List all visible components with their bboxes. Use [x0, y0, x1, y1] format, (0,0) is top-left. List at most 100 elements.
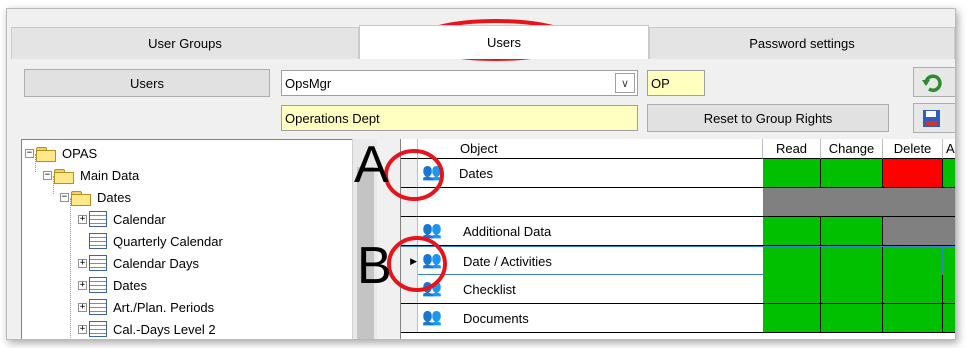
expand-icon[interactable]: + — [78, 324, 87, 334]
current-row-indicator-icon: ▶ — [401, 247, 418, 275]
row-selector[interactable] — [401, 217, 418, 245]
row-selector[interactable] — [401, 188, 418, 216]
delete-cell[interactable] — [883, 217, 943, 245]
read-cell[interactable] — [763, 217, 821, 245]
table-icon — [89, 211, 107, 227]
expand-icon[interactable]: + — [78, 302, 87, 312]
user-select[interactable]: OpsMgr ∨ — [281, 70, 638, 96]
table-row[interactable]: 👥 Additional Data — [401, 217, 955, 246]
read-cell[interactable] — [763, 304, 821, 332]
column-header-app[interactable]: App — [943, 139, 955, 159]
row-object-label: Checklist — [463, 281, 516, 297]
read-cell[interactable] — [763, 247, 821, 275]
tree-item[interactable]: + Calendar — [78, 208, 166, 230]
table-icon — [89, 321, 107, 337]
person-icon: 👥 — [422, 222, 442, 239]
table-row-current[interactable]: ▶ 👥 Date / Activities — [401, 246, 955, 276]
tree-item[interactable]: − Dates — [60, 186, 131, 208]
save-icon — [923, 110, 940, 127]
tree-item[interactable]: − OPAS — [25, 142, 97, 164]
app-cell[interactable] — [943, 304, 955, 332]
table-icon — [89, 255, 107, 271]
column-header-delete[interactable]: Delete — [883, 139, 943, 159]
users-button[interactable]: Users — [24, 69, 270, 97]
expand-icon[interactable]: + — [78, 214, 87, 224]
change-cell[interactable] — [821, 247, 883, 275]
tree-item-label: Dates — [97, 189, 131, 205]
delete-cell[interactable] — [883, 188, 943, 216]
person-icon: 👥 — [422, 252, 442, 269]
change-cell[interactable] — [821, 159, 883, 187]
row-selector[interactable] — [401, 304, 418, 332]
tree-item[interactable]: − Main Data — [43, 164, 139, 186]
chevron-down-icon[interactable]: ∨ — [615, 73, 635, 93]
tree-item[interactable]: + Dates — [78, 274, 147, 296]
scrollbar-thumb[interactable] — [357, 167, 374, 339]
tree-item-label: Art./Plan. Periods — [113, 299, 215, 315]
user-rights-window: User Groups Users Password settings User… — [6, 8, 956, 340]
person-icon: 👥 — [422, 164, 442, 181]
save-button[interactable] — [913, 103, 955, 133]
change-cell[interactable] — [821, 217, 883, 245]
read-cell[interactable] — [763, 275, 821, 303]
row-selector[interactable] — [401, 275, 418, 303]
reset-to-group-rights-button[interactable]: Reset to Group Rights — [647, 104, 889, 132]
table-icon — [89, 233, 107, 249]
app-cell[interactable] — [943, 188, 955, 216]
tree-item-label: OPAS — [62, 145, 98, 161]
tree-item[interactable]: + Cal.-Days Level 2 — [78, 318, 216, 339]
person-icon: 👥 — [422, 280, 442, 297]
table-row[interactable] — [401, 188, 955, 217]
rights-grid[interactable]: Object Read Change Delete App 👥 Dates 👥 — [400, 139, 955, 339]
change-cell[interactable] — [821, 188, 883, 216]
tab-user-groups[interactable]: User Groups — [11, 27, 359, 59]
collapse-icon[interactable]: − — [43, 170, 52, 180]
change-cell[interactable] — [821, 275, 883, 303]
column-header-read[interactable]: Read — [763, 139, 821, 159]
tree-item[interactable]: + Calendar Days — [78, 252, 199, 274]
table-row[interactable]: 👥 Dates — [401, 159, 955, 188]
tree-scrollbar[interactable] — [352, 139, 377, 339]
column-header-change[interactable]: Change — [821, 139, 883, 159]
expand-icon[interactable]: + — [78, 280, 87, 290]
grid-header-selector — [401, 139, 418, 159]
tree-item-label: Calendar — [113, 211, 166, 227]
tree-item[interactable]: Quarterly Calendar — [89, 230, 223, 252]
group-name-field[interactable]: Operations Dept — [281, 105, 638, 131]
delete-cell[interactable] — [883, 275, 943, 303]
delete-cell[interactable] — [883, 247, 943, 275]
collapse-icon[interactable]: − — [25, 148, 34, 158]
short-code-field[interactable]: OP — [647, 70, 705, 96]
read-cell[interactable] — [763, 159, 821, 187]
table-row[interactable]: 👥 Checklist — [401, 275, 955, 304]
app-cell[interactable] — [943, 159, 955, 187]
app-cell[interactable] — [943, 217, 955, 245]
tree-item-label: Cal.-Days Level 2 — [113, 321, 216, 337]
table-row[interactable]: 👥 Documents — [401, 304, 955, 333]
delete-cell[interactable] — [883, 304, 943, 332]
user-select-value: OpsMgr — [285, 75, 332, 91]
tree-item-label: Calendar Days — [113, 255, 199, 271]
tab-password-settings[interactable]: Password settings — [649, 27, 955, 59]
tree-item[interactable]: + Art./Plan. Periods — [78, 296, 214, 318]
change-cell[interactable] — [821, 304, 883, 332]
app-cell[interactable] — [942, 246, 955, 276]
table-icon — [89, 277, 107, 293]
read-cell[interactable] — [763, 188, 821, 216]
object-tree[interactable]: − OPAS − Main Data − Dates + Calendar Qu… — [21, 139, 377, 339]
row-object-label: Dates — [459, 165, 493, 181]
column-header-object[interactable]: Object — [418, 139, 763, 159]
tree-item-label: Quarterly Calendar — [113, 233, 223, 249]
tree-item-label: Dates — [113, 277, 147, 293]
collapse-icon[interactable]: − — [60, 192, 69, 202]
row-object-label: Date / Activities — [463, 253, 552, 269]
delete-cell[interactable] — [883, 159, 943, 187]
expand-icon[interactable]: + — [78, 258, 87, 268]
refresh-icon — [922, 74, 942, 92]
person-icon: 👥 — [422, 309, 442, 326]
app-cell[interactable] — [943, 275, 955, 303]
folder-icon — [71, 190, 91, 206]
refresh-button[interactable] — [913, 67, 955, 97]
row-selector[interactable] — [401, 159, 418, 187]
tab-users[interactable]: Users — [359, 25, 649, 59]
